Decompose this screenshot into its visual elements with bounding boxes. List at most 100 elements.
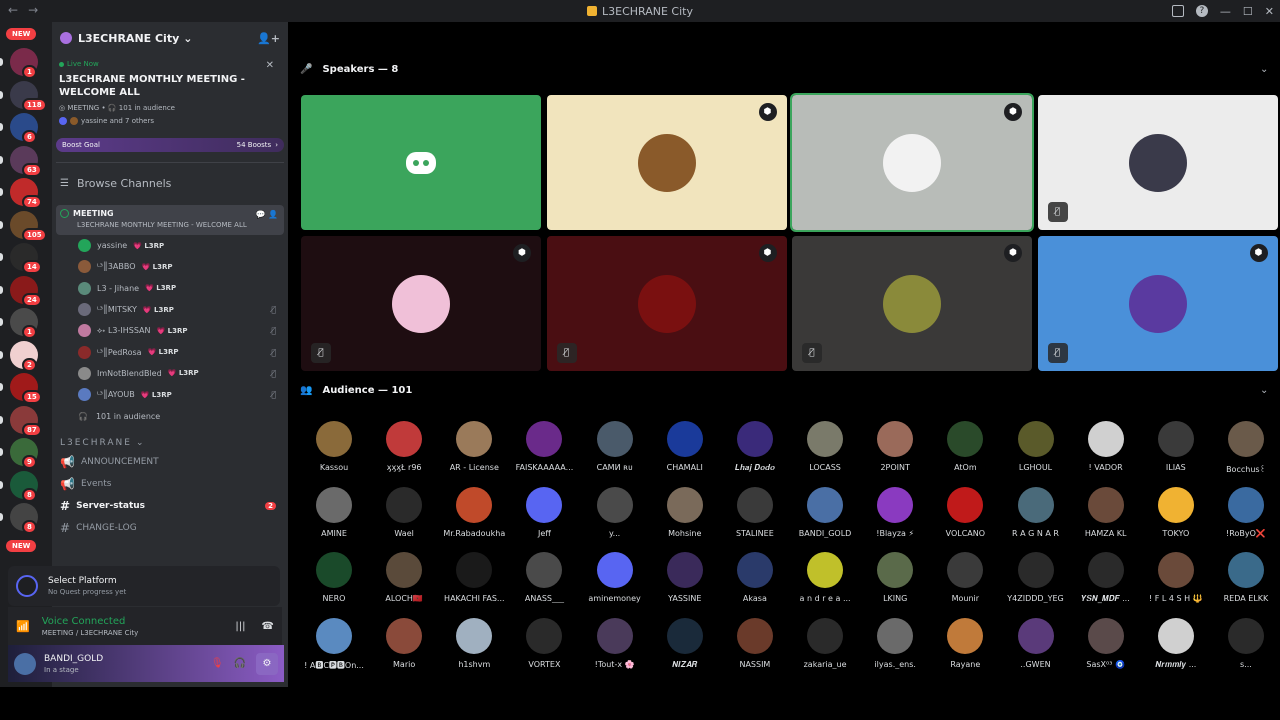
audience-member[interactable]: CHAMALI xyxy=(650,421,720,472)
audience-member[interactable]: ӽӽӽŁ r96 xyxy=(369,421,439,472)
audience-member[interactable]: REDA ELKK xyxy=(1211,552,1280,603)
audience-member[interactable]: a n d r e a ... xyxy=(790,552,860,603)
speaker-tile[interactable]: 🎙̸ xyxy=(1037,95,1278,230)
audience-member[interactable]: Mohsine xyxy=(650,486,720,538)
invite-people-icon[interactable]: 👤+ xyxy=(257,32,280,45)
speaker-tile[interactable]: ⬢ 🎙̸ xyxy=(546,236,787,371)
audience-member[interactable]: !RoByO❌ xyxy=(1211,486,1280,538)
audience-member[interactable]: TOKYO xyxy=(1141,486,1211,538)
speaker-tile[interactable]: ⬢ xyxy=(790,93,1034,232)
deafen-icon[interactable]: 🎧 xyxy=(234,658,246,669)
close-window-button[interactable]: ✕ xyxy=(1265,5,1274,18)
audience-member[interactable]: aminemoney xyxy=(580,552,650,603)
audience-member[interactable]: AMINE xyxy=(299,486,369,538)
browse-channels[interactable]: ☰ Browse Channels xyxy=(52,173,288,193)
channel-item[interactable]: 📢 Events xyxy=(52,473,288,495)
audience-member[interactable]: zakaria_ue xyxy=(790,617,860,669)
speaker-tile[interactable]: ⬢ 🎙̸ xyxy=(792,236,1032,371)
signal-icon[interactable]: 📶 xyxy=(16,620,30,633)
audience-member[interactable]: ! VADOR xyxy=(1071,421,1141,472)
audience-member[interactable]: !Blayza ⚡ xyxy=(860,486,930,538)
audience-member[interactable]: 𝑳𝒉𝒂𝒋 𝑫𝒐𝒅𝒐 xyxy=(720,421,790,473)
inbox-icon[interactable] xyxy=(1171,5,1184,17)
stage-user[interactable]: ImNotBlendBled 💗 L3RP 🎙̸ xyxy=(52,363,288,384)
category-header[interactable]: L3ECHRANE ⌄ xyxy=(52,435,288,451)
avatar[interactable] xyxy=(14,652,36,675)
audience-member[interactable]: ! F L 4 S H 🔱 xyxy=(1141,552,1211,603)
audience-member[interactable]: NERO xyxy=(299,552,369,603)
audience-member[interactable]: h1shvm xyxy=(439,617,509,669)
disconnect-icon[interactable]: ☎ xyxy=(262,621,274,632)
audience-header[interactable]: 👥 Audience — 101 ⌄ xyxy=(300,385,1268,396)
chevron-down-icon[interactable]: ⌄ xyxy=(1260,385,1268,396)
audience-member[interactable]: HAMZA KL xyxy=(1071,486,1141,538)
audience-member[interactable]: ILIAS xyxy=(1141,421,1211,472)
audience-member[interactable]: VORTEX xyxy=(509,617,579,669)
audience-member[interactable]: 𝑵𝒓𝒎𝒎𝒍𝒚 ... xyxy=(1141,617,1211,670)
audience-member[interactable]: YASSINE xyxy=(650,552,720,603)
audience-member[interactable]: Bocchus꒰ xyxy=(1211,421,1280,474)
stage-user[interactable]: ᴸ³║AYOUB 💗 L3RP 🎙̸ xyxy=(52,384,288,405)
channel-item[interactable]: # Server-status 2 xyxy=(52,495,288,517)
audience-member[interactable]: Rayane xyxy=(930,617,1000,669)
boost-goal-bar[interactable]: Boost Goal 54 Boosts › xyxy=(56,138,284,152)
live-stage-banner[interactable]: Live Now ✕ L3ECHRANE MONTHLY MEETING - W… xyxy=(52,54,288,125)
audience-member[interactable]: ilyas._ens. xyxy=(860,617,930,669)
speaker-tile[interactable]: ⬢ 🎙̸ xyxy=(301,236,541,371)
gear-icon[interactable]: ⚙ xyxy=(256,652,278,675)
audience-member[interactable]: 𝑵𝑰𝒁𝑨𝑹 xyxy=(650,617,720,670)
help-icon[interactable]: ? xyxy=(1195,5,1208,17)
channel-item[interactable]: # CHANGE-LOG xyxy=(52,517,288,539)
stage-user[interactable]: ᴸ³║PedRosa 💗 L3RP 🎙̸ xyxy=(52,341,288,362)
stage-user[interactable]: ⟡˖ L3-IHSSAN 💗 L3RP 🎙̸ xyxy=(52,320,288,341)
audience-member[interactable]: y... xyxy=(580,486,650,538)
audience-member[interactable]: 2POINT xyxy=(860,421,930,472)
stage-audience-count[interactable]: 🎧 101 in audience xyxy=(52,405,288,426)
audience-member[interactable]: Jeff xyxy=(509,486,579,538)
noise-suppression-icon[interactable]: ||| xyxy=(235,621,245,632)
speaker-tile[interactable] xyxy=(301,95,541,230)
audience-member[interactable]: Mario xyxy=(369,617,439,669)
guild-header[interactable]: L3ECHRANE City ⌄ 👤+ xyxy=(52,22,288,54)
stage-channel-meeting[interactable]: MEETING L3ECHRANE MONTHLY MEETING - WELC… xyxy=(56,205,284,235)
forward-arrow-icon[interactable]: → xyxy=(28,3,38,17)
audience-member[interactable]: STALINEE xyxy=(720,486,790,538)
speaker-tile[interactable]: ⬢ xyxy=(546,95,787,230)
audience-member[interactable]: VOLCANO xyxy=(930,486,1000,538)
stage-user[interactable]: L3 - Jihane 💗 L3RP xyxy=(52,278,288,299)
audience-member[interactable]: AtOm xyxy=(930,421,1000,472)
audience-member[interactable]: LOCASS xyxy=(790,421,860,472)
speakers-header[interactable]: 🎤 Speakers — 8 ⌄ xyxy=(300,64,1268,75)
back-arrow-icon[interactable]: ← xyxy=(8,3,18,17)
stage-user[interactable]: ᴸ³║MITSKY 💗 L3RP 🎙̸ xyxy=(52,299,288,320)
audience-member[interactable]: ..GWEN xyxy=(1001,617,1071,669)
audience-member[interactable]: HAKACHI FAS... xyxy=(439,552,509,603)
audience-member[interactable]: s... xyxy=(1211,617,1280,669)
audience-member[interactable]: ANASS___ xyxy=(509,552,579,603)
audience-member[interactable]: BANDI_GOLD xyxy=(790,486,860,538)
speaker-tile[interactable]: ⬢ 🎙̸ xyxy=(1037,236,1278,371)
close-icon[interactable]: ✕ xyxy=(266,60,274,71)
chat-and-invite-icon[interactable]: 💬 👤 xyxy=(256,210,278,219)
audience-member[interactable]: LKING xyxy=(860,552,930,603)
audience-member[interactable]: SasX⁰³ 🧿 xyxy=(1071,617,1141,669)
audience-member[interactable]: Mounir xyxy=(930,552,1000,603)
audience-member[interactable]: !Tout-x 🌸 xyxy=(580,617,650,669)
audience-member[interactable]: САМИ ʀᴜ xyxy=(580,421,650,472)
audience-member[interactable]: NASSIM xyxy=(720,617,790,669)
audience-member[interactable]: ! A🅱C🅿🅱On... xyxy=(299,617,369,671)
mute-mic-icon[interactable]: 🎙 xyxy=(211,658,224,669)
quest-panel[interactable]: Select Platform No Quest progress yet xyxy=(8,566,280,606)
stage-user[interactable]: yassine 💗 L3RP xyxy=(52,235,288,256)
audience-member[interactable]: FAISKAAAAA... xyxy=(509,421,579,472)
audience-member[interactable]: ALOCH🇲🇦 xyxy=(369,552,439,603)
minimize-button[interactable]: — xyxy=(1220,5,1231,18)
audience-member[interactable]: AR - License xyxy=(439,421,509,472)
audience-member[interactable]: Wael xyxy=(369,486,439,538)
audience-member[interactable]: R A G N A R xyxy=(1001,486,1071,538)
audience-member[interactable]: Akasa xyxy=(720,552,790,603)
chevron-down-icon[interactable]: ⌄ xyxy=(1260,64,1268,75)
channel-item[interactable]: 📢 ANNOUNCEMENT xyxy=(52,451,288,473)
audience-member[interactable]: LGHOUL xyxy=(1001,421,1071,472)
audience-member[interactable]: Kassou xyxy=(299,421,369,472)
